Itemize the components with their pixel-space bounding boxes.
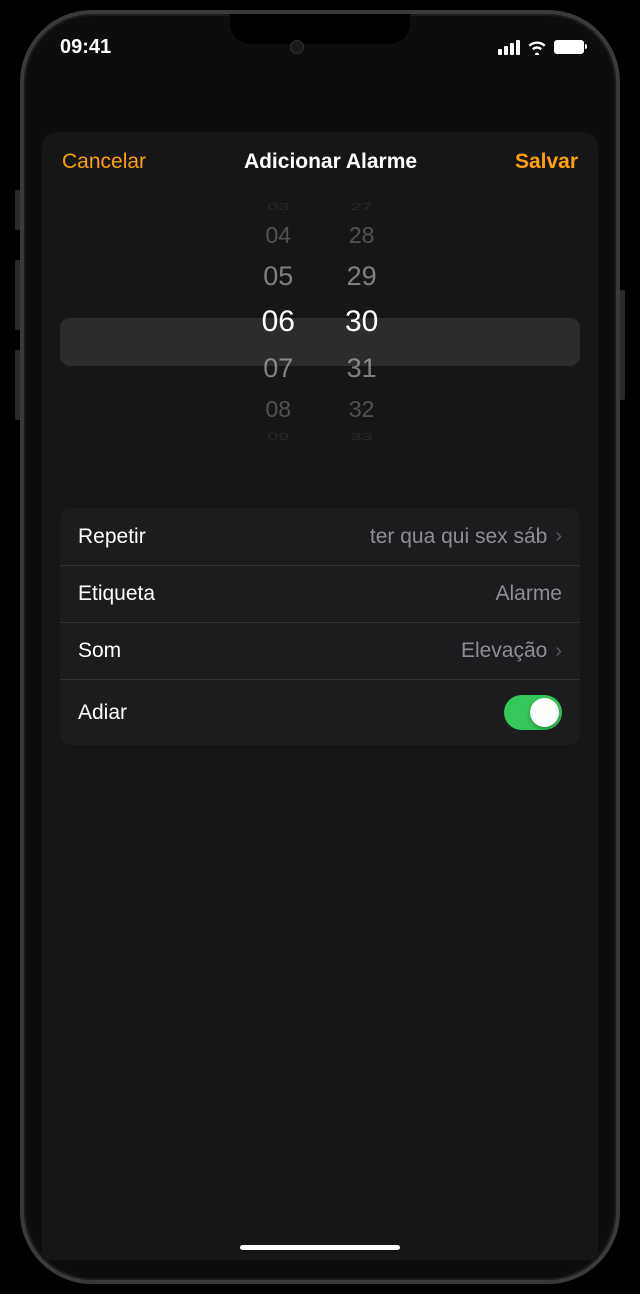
hour-option: 05 <box>263 254 293 298</box>
time-picker[interactable]: 03 04 05 06 07 08 09 27 28 29 30 31 32 3… <box>42 198 598 488</box>
cancel-button[interactable]: Cancelar <box>62 150 146 174</box>
hour-option: 08 <box>266 390 292 428</box>
modal-title: Adicionar Alarme <box>244 150 417 174</box>
hour-picker-wheel[interactable]: 03 04 05 06 07 08 09 <box>262 198 295 488</box>
tag-label: Etiqueta <box>78 582 155 606</box>
repeat-value: ter qua qui sex sáb <box>370 525 547 549</box>
modal-nav-bar: Cancelar Adicionar Alarme Salvar <box>42 132 598 188</box>
label-row[interactable]: Etiqueta Alarme <box>60 565 580 622</box>
status-indicators <box>498 40 584 55</box>
battery-icon <box>554 40 584 54</box>
toggle-knob <box>530 698 559 727</box>
hour-option: 09 <box>267 433 289 442</box>
wifi-icon <box>527 40 547 55</box>
side-button[interactable] <box>620 290 625 400</box>
sound-row[interactable]: Som Elevação › <box>60 622 580 679</box>
sound-label: Som <box>78 639 121 663</box>
chevron-right-icon: › <box>555 525 562 548</box>
minute-selected: 30 <box>345 298 378 346</box>
hour-option: 03 <box>267 203 289 212</box>
add-alarm-modal: Cancelar Adicionar Alarme Salvar 03 04 0… <box>42 132 598 1260</box>
snooze-label: Adiar <box>78 701 127 725</box>
repeat-label: Repetir <box>78 525 146 549</box>
cellular-signal-icon <box>498 40 520 55</box>
hour-option: 04 <box>266 216 292 254</box>
minute-option: 29 <box>347 254 377 298</box>
minute-picker-wheel[interactable]: 27 28 29 30 31 32 33 <box>345 198 378 488</box>
snooze-toggle[interactable] <box>504 695 562 730</box>
minute-option: 32 <box>349 390 375 428</box>
minute-option: 31 <box>347 346 377 390</box>
repeat-row[interactable]: Repetir ter qua qui sex sáb › <box>60 508 580 565</box>
chevron-right-icon: › <box>555 640 562 663</box>
tag-value: Alarme <box>495 582 562 606</box>
hour-option: 07 <box>263 346 293 390</box>
save-button[interactable]: Salvar <box>515 150 578 174</box>
sound-value: Elevação <box>461 639 547 663</box>
status-time: 09:41 <box>60 36 111 59</box>
minute-option: 27 <box>351 203 373 212</box>
minute-option: 28 <box>349 216 375 254</box>
front-camera <box>290 40 304 54</box>
minute-option: 33 <box>351 433 373 442</box>
notch <box>230 14 410 44</box>
home-indicator[interactable] <box>240 1245 400 1250</box>
snooze-row: Adiar <box>60 679 580 745</box>
alarm-settings-list: Repetir ter qua qui sex sáb › Etiqueta A… <box>60 508 580 745</box>
hour-selected: 06 <box>262 298 295 346</box>
phone-frame: 09:41 Cancelar Adicionar Alarme Salvar 0… <box>20 10 620 1284</box>
